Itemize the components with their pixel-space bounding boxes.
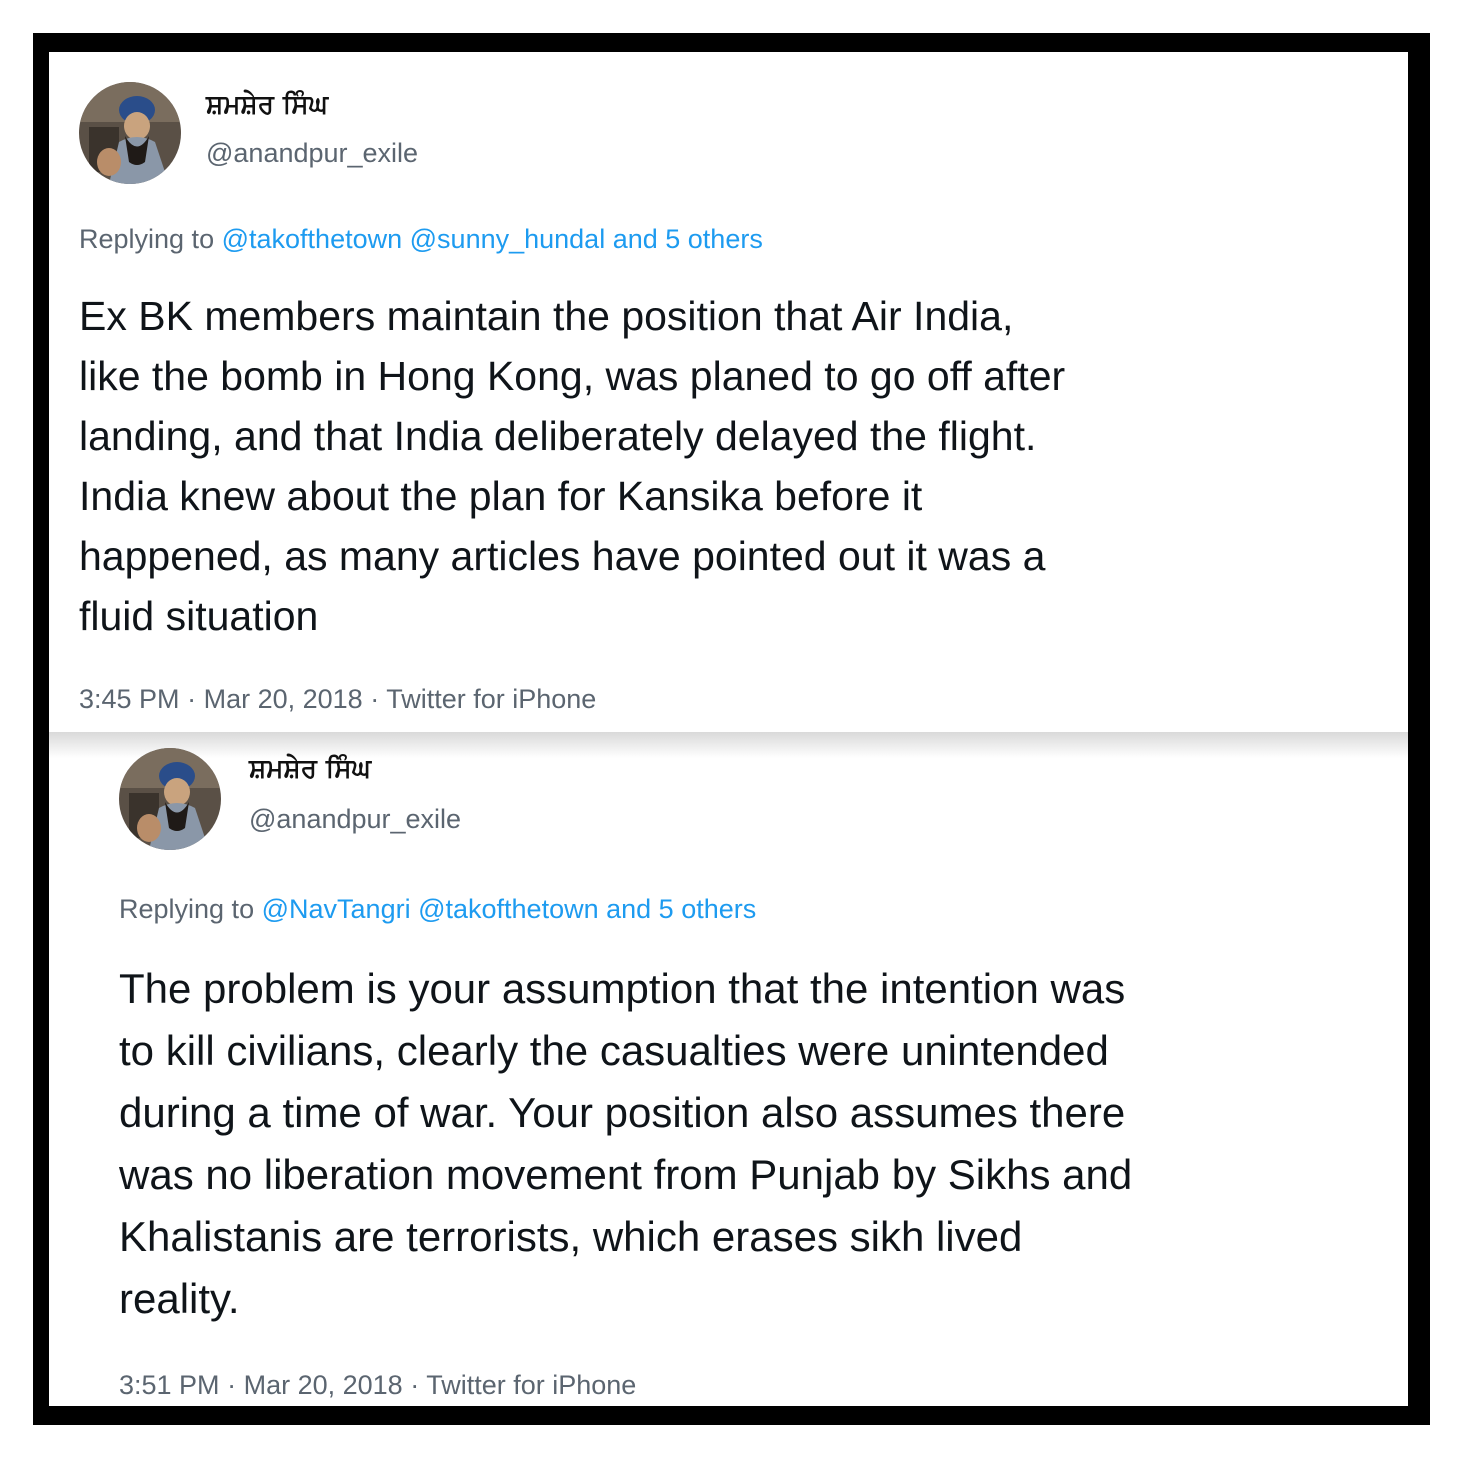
tweet-text-line: Khalistanis are terrorists, which erases…	[119, 1213, 1023, 1260]
separator-dot: ·	[187, 684, 197, 714]
tweet-text-line: landing, and that India deliberately del…	[79, 413, 1037, 459]
replying-prefix: Replying to	[79, 224, 215, 254]
tweet-text-line: reality.	[119, 1275, 240, 1322]
tweet-text-line: Ex BK members maintain the position that…	[79, 293, 1014, 339]
tweet-card: ਸ਼ਮਸ਼ੇਰ ਸਿੰਘ @anandpur_exile Replying to…	[49, 52, 1408, 732]
display-name[interactable]: ਸ਼ਮਸ਼ੇਰ ਸਿੰਘ	[249, 754, 371, 785]
user-handle[interactable]: @anandpur_exile	[206, 138, 418, 169]
replying-prefix: Replying to	[119, 894, 255, 924]
display-name[interactable]: ਸ਼ਮਸ਼ੇਰ ਸਿੰਘ	[206, 90, 328, 121]
tweet-text: The problem is your assumption that the …	[119, 958, 1132, 1330]
tweet-card: ਸ਼ਮਸ਼ੇਰ ਸਿੰਘ @anandpur_exile Replying to…	[49, 732, 1408, 1406]
tweet-time[interactable]: 3:45 PM	[79, 684, 180, 714]
avatar[interactable]	[79, 82, 181, 184]
tweet-text-line: India knew about the plan for Kansika be…	[79, 473, 923, 519]
mention-link[interactable]: @sunny_hundal	[410, 224, 606, 254]
user-handle[interactable]: @anandpur_exile	[249, 804, 461, 835]
tweet-text-line: The problem is your assumption that the …	[119, 965, 1126, 1012]
tweet-source: Twitter for iPhone	[426, 1370, 637, 1400]
tweet-text-line: happened, as many articles have pointed …	[79, 533, 1046, 579]
tweet-text-line: fluid situation	[79, 593, 319, 639]
tweet-text: Ex BK members maintain the position that…	[79, 286, 1065, 646]
tweet-time[interactable]: 3:51 PM	[119, 1370, 220, 1400]
tweet-meta: 3:51 PM · Mar 20, 2018 · Twitter for iPh…	[119, 1370, 636, 1401]
others-link[interactable]: and 5 others	[606, 894, 756, 924]
tweet-date[interactable]: Mar 20, 2018	[244, 1370, 403, 1400]
tweet-source: Twitter for iPhone	[386, 684, 597, 714]
avatar[interactable]	[119, 748, 221, 850]
replying-to: Replying to @takofthetown @sunny_hundal …	[79, 224, 763, 255]
tweet-text-line: to kill civilians, clearly the casualtie…	[119, 1027, 1109, 1074]
separator-dot: ·	[370, 684, 380, 714]
replying-to: Replying to @NavTangri @takofthetown and…	[119, 894, 756, 925]
separator-dot: ·	[410, 1370, 420, 1400]
mention-link[interactable]: @NavTangri	[262, 894, 411, 924]
separator-dot: ·	[227, 1370, 237, 1400]
mention-link[interactable]: @takofthetown	[222, 224, 403, 254]
tweet-text-line: during a time of war. Your position also…	[119, 1089, 1126, 1136]
tweet-text-line: like the bomb in Hong Kong, was planed t…	[79, 353, 1066, 399]
mention-link[interactable]: @takofthetown	[418, 894, 599, 924]
tweet-text-line: was no liberation movement from Punjab b…	[119, 1151, 1133, 1198]
others-link[interactable]: and 5 others	[613, 224, 763, 254]
tweet-date[interactable]: Mar 20, 2018	[204, 684, 363, 714]
tweet-meta: 3:45 PM · Mar 20, 2018 · Twitter for iPh…	[79, 684, 596, 715]
